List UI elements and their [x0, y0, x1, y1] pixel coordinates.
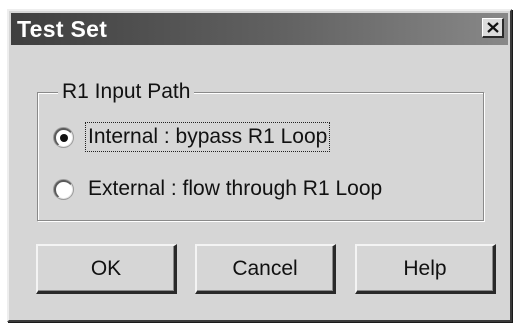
close-button[interactable]	[482, 18, 504, 38]
radio-button-external[interactable]	[54, 179, 73, 199]
radio-selected-dot	[60, 133, 68, 142]
test-set-dialog: Test Set R1 Input Path Internal : bypass…	[7, 9, 512, 322]
cancel-button[interactable]: Cancel	[195, 244, 336, 294]
radio-label-external[interactable]: External : flow through R1 Loop	[86, 175, 384, 203]
radio-button-internal[interactable]	[54, 127, 73, 147]
radio-option-external[interactable]: External : flow through R1 Loop	[54, 175, 384, 203]
close-icon	[486, 22, 499, 33]
radio-option-internal[interactable]: Internal : bypass R1 Loop	[54, 122, 331, 152]
group-legend: R1 Input Path	[58, 79, 195, 105]
window-title: Test Set	[17, 16, 108, 42]
help-button[interactable]: Help	[355, 244, 496, 294]
ok-button[interactable]: OK	[36, 244, 177, 294]
r1-input-path-group: R1 Input Path Internal : bypass R1 Loop …	[37, 79, 484, 221]
title-bar[interactable]: Test Set	[11, 13, 508, 45]
radio-label-internal[interactable]: Internal : bypass R1 Loop	[84, 122, 331, 152]
